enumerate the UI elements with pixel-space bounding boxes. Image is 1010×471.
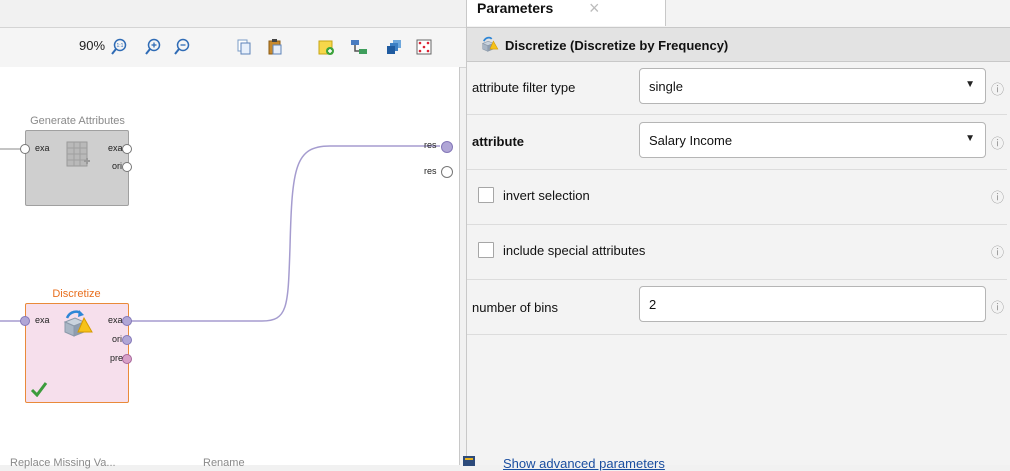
operator-title-discretize: Discretize — [52, 288, 101, 300]
result-port-label-2: res — [424, 166, 437, 176]
info-icon[interactable]: ⓘ — [991, 187, 1004, 206]
discretize-output-port-label-ori: ori — [112, 334, 123, 344]
discretize-input-port[interactable] — [20, 316, 30, 326]
operator-title-generate-attributes: Generate Attributes — [30, 115, 125, 127]
invert-selection-checkbox[interactable] — [478, 187, 494, 203]
discretize-small-icon — [481, 36, 499, 52]
paste-icon[interactable] — [266, 38, 284, 56]
result-port-label-1: res — [424, 140, 437, 150]
include-special-attributes-label[interactable]: include special attributes — [503, 243, 645, 258]
operator-header-title: Discretize (Discretize by Frequency) — [505, 38, 729, 53]
zoom-out-icon[interactable] — [173, 38, 191, 56]
operator-title-replace-missing: Replace Missing Va... — [10, 457, 116, 469]
param-row-invert-selection: invert selection ⓘ — [467, 170, 1007, 225]
generate-attributes-icon — [66, 141, 90, 167]
close-icon[interactable]: × — [589, 0, 600, 19]
operator-discretize[interactable]: exa exa ori pre — [20, 303, 132, 403]
param-label-attribute-filter-type: attribute filter type — [472, 80, 576, 95]
chevron-down-icon[interactable]: ▼ — [965, 79, 975, 90]
param-row-include-special-attributes: include special attributes ⓘ — [467, 225, 1007, 280]
info-icon[interactable]: ⓘ — [991, 297, 1004, 316]
zoom-in-icon[interactable] — [144, 38, 162, 56]
discretize-output-port-label-pre: pre — [110, 353, 124, 363]
discretize-output-port-pre[interactable] — [122, 354, 132, 364]
number-of-bins-input[interactable]: 2 — [639, 286, 986, 322]
discretize-output-port-ori[interactable] — [122, 335, 132, 345]
invert-selection-label[interactable]: invert selection — [503, 188, 590, 203]
arrange-icon[interactable] — [385, 38, 403, 56]
info-icon[interactable]: ⓘ — [991, 79, 1004, 98]
attribute-filter-type-select[interactable]: single ▼ — [639, 68, 986, 104]
generate-output-port-label-exa: exa — [108, 143, 123, 153]
generate-output-port-exa[interactable] — [122, 144, 132, 154]
auto-wire-icon[interactable] — [350, 38, 368, 56]
advanced-parameters-icon — [463, 456, 475, 466]
zoom-reset-icon[interactable]: 1:1 — [110, 38, 128, 56]
tab-parameters-label: Parameters — [477, 0, 554, 16]
checkmark-icon — [30, 382, 48, 397]
discretize-icon — [63, 310, 93, 337]
tab-parameters[interactable]: Parameters × — [467, 0, 666, 26]
attribute-select[interactable]: Salary Income ▼ — [639, 122, 986, 158]
generate-input-port-label: exa — [35, 143, 50, 153]
discretize-output-port-exa[interactable] — [122, 316, 132, 326]
info-icon[interactable]: ⓘ — [991, 242, 1004, 261]
discretize-input-port-label: exa — [35, 315, 50, 325]
param-row-attribute: attribute Salary Income ▼ ⓘ — [467, 115, 1007, 170]
param-row-number-of-bins: number of bins 2 ⓘ — [467, 280, 1007, 335]
attribute-filter-type-value: single — [649, 79, 683, 94]
result-port-2[interactable] — [441, 166, 453, 178]
add-note-icon[interactable] — [317, 38, 335, 56]
result-port-1[interactable] — [441, 141, 453, 153]
canvas-toolbar: 90% 1:1 — [0, 27, 466, 68]
generate-output-port-label-ori: ori — [112, 161, 123, 171]
operator-header: Discretize (Discretize by Frequency) — [467, 27, 1010, 62]
generate-input-port[interactable] — [20, 144, 30, 154]
process-canvas[interactable]: res res Generate Attributes exa exa ori … — [0, 67, 460, 469]
wire-discretize-to-result — [130, 145, 440, 322]
operator-generate-attributes[interactable]: exa exa ori — [20, 130, 132, 206]
show-advanced-parameters-link[interactable]: Show advanced parameters — [503, 456, 665, 471]
generate-output-port-ori[interactable] — [122, 162, 132, 172]
discretize-output-port-label-exa: exa — [108, 315, 123, 325]
copy-icon[interactable] — [235, 38, 253, 56]
param-row-attribute-filter-type: attribute filter type single ▼ ⓘ — [467, 60, 1007, 115]
process-canvas-area: 90% 1:1 res res Generate Attributes exa … — [0, 0, 466, 469]
param-label-number-of-bins: number of bins — [472, 300, 558, 315]
chevron-down-icon[interactable]: ▼ — [965, 133, 975, 144]
operator-title-rename: Rename — [203, 457, 245, 469]
include-special-attributes-checkbox[interactable] — [478, 242, 494, 258]
fit-to-view-icon[interactable] — [415, 38, 433, 56]
zoom-level: 90% — [79, 38, 106, 53]
param-label-attribute: attribute — [472, 134, 524, 149]
info-icon[interactable]: ⓘ — [991, 133, 1004, 152]
parameters-panel: Parameters × Discretize (Discretize by F… — [463, 0, 1010, 471]
number-of-bins-value: 2 — [649, 297, 657, 312]
attribute-value: Salary Income — [649, 133, 733, 148]
svg-text:1:1: 1:1 — [117, 43, 124, 49]
